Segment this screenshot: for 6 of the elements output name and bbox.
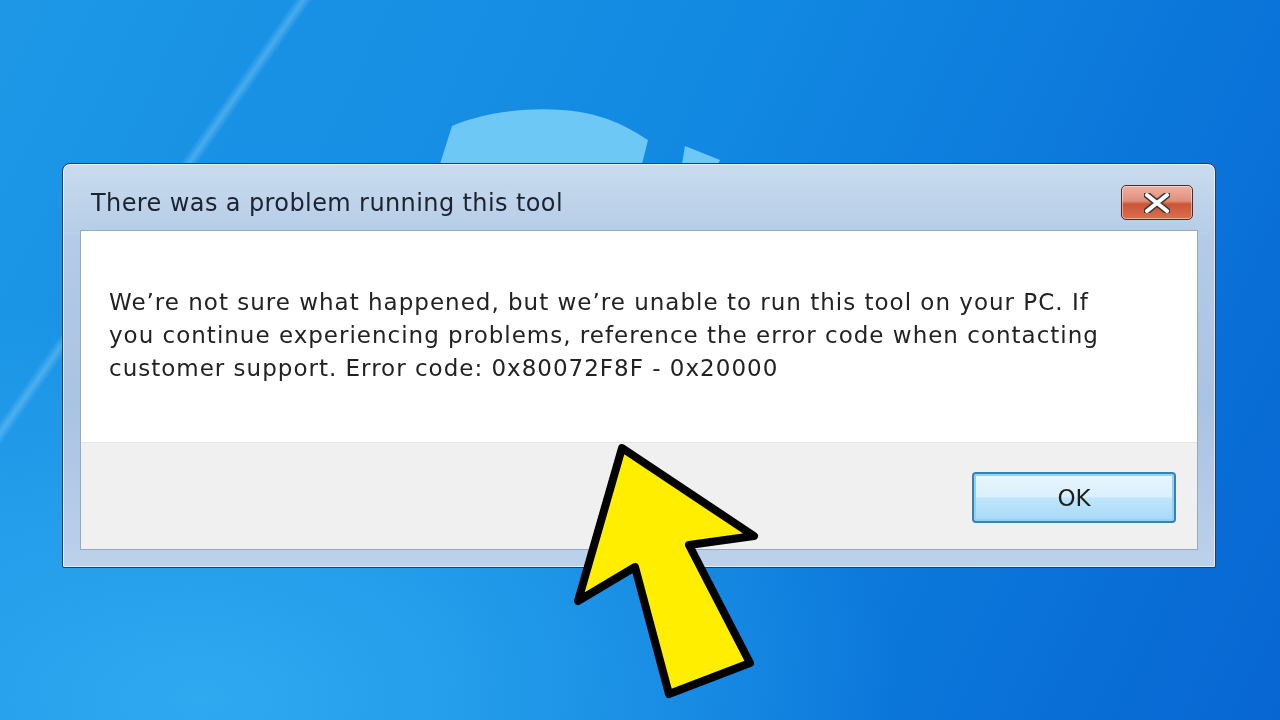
ok-button[interactable]: OK xyxy=(972,472,1176,523)
close-button[interactable] xyxy=(1121,185,1193,220)
window-title: There was a problem running this tool xyxy=(91,188,564,219)
arrow-icon xyxy=(573,442,759,700)
close-icon xyxy=(1144,192,1170,213)
error-message: We’re not sure what happened, but we’re unable to run this tool on your PC. If you continue experiencing problems, reference the error code when contacting customer support. Error code: 0x80072F8F - 0x20000 xyxy=(109,288,1100,383)
